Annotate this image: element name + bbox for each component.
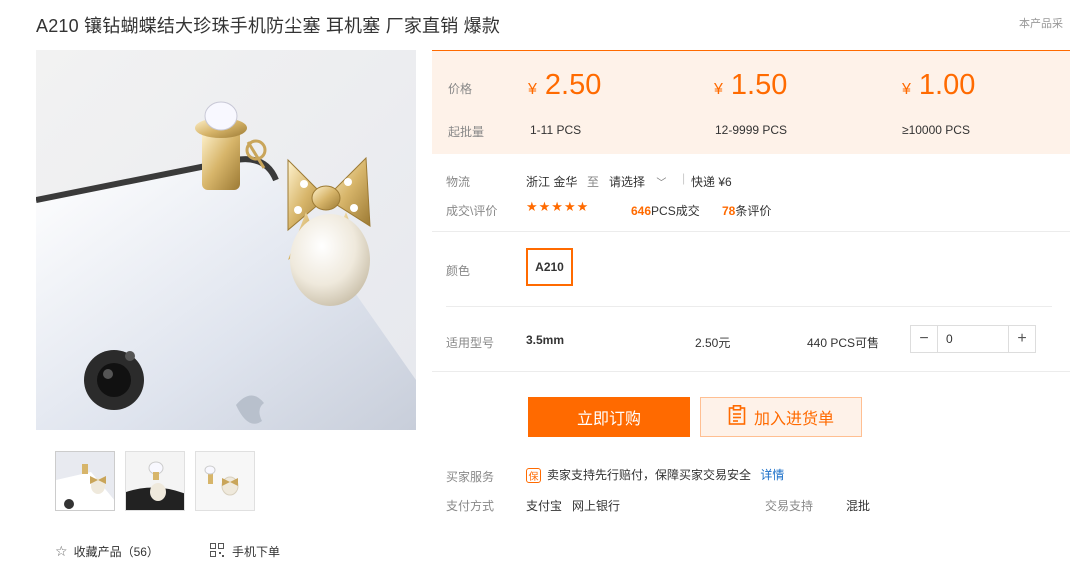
price-panel: 价格 起批量 ¥2.50 1-11 PCS ¥1.50 12-9999 PCS … bbox=[432, 50, 1070, 154]
quantity-stepper: − + bbox=[910, 325, 1036, 353]
clipboard-icon bbox=[728, 404, 746, 430]
buy-now-button[interactable]: 立即订购 bbox=[528, 397, 690, 437]
divider: | bbox=[682, 171, 686, 185]
mobile-order[interactable]: 手机下单 bbox=[210, 543, 280, 560]
quantity-input[interactable] bbox=[937, 326, 1009, 352]
divider-line bbox=[446, 306, 1052, 307]
logistics-label: 物流 bbox=[446, 175, 471, 189]
trade-support-value: 混批 bbox=[846, 499, 871, 513]
logistics-origin: 浙江 金华 bbox=[526, 175, 578, 189]
qr-code-icon bbox=[210, 543, 224, 560]
price-tier-1: ¥2.50 bbox=[528, 69, 602, 101]
chevron-down-icon: ﹀ bbox=[656, 178, 667, 189]
qty-tier-2: 12-9999 PCS bbox=[715, 123, 788, 137]
color-option-a210[interactable]: A210 bbox=[526, 248, 573, 286]
reviews-label: 成交\评价 bbox=[446, 204, 498, 218]
mobile-order-label: 手机下单 bbox=[232, 545, 281, 559]
product-title: A210 镶钻蝴蝶结大珍珠手机防尘塞 耳机塞 厂家直销 爆款 bbox=[36, 16, 501, 36]
deals-count[interactable]: 646PCS成交 bbox=[631, 202, 700, 219]
payment-methods: 支付宝 网上银行 bbox=[526, 499, 621, 513]
divider-line bbox=[432, 371, 1070, 372]
model-unit-price: 2.50元 bbox=[695, 336, 731, 350]
corner-note: 本产品采 bbox=[1019, 18, 1063, 30]
trade-support-label: 交易支持 bbox=[765, 499, 814, 513]
stock-available: 440 PCS可售 bbox=[807, 336, 880, 350]
earplug-illustration bbox=[36, 50, 416, 430]
express-fee: 快递 ¥6 bbox=[691, 175, 732, 189]
price-tier-3: ¥1.00 bbox=[902, 69, 976, 101]
model-value: 3.5mm bbox=[526, 333, 565, 347]
thumbnail-3[interactable] bbox=[195, 451, 255, 511]
buyer-service: 保卖家支持先行赔付，保障买家交易安全 详情 bbox=[526, 466, 784, 484]
color-label: 颜色 bbox=[446, 264, 471, 278]
destination-select[interactable]: 请选择 ﹀ bbox=[609, 173, 666, 190]
buyer-service-label: 买家服务 bbox=[446, 470, 495, 484]
guarantee-badge-icon: 保 bbox=[526, 468, 541, 484]
rating-stars: ★★★★★ bbox=[526, 200, 590, 215]
logistics-to: 至 bbox=[587, 175, 600, 189]
thumbnail-strip bbox=[55, 451, 255, 511]
main-product-image[interactable] bbox=[36, 50, 416, 430]
price-label: 价格 bbox=[448, 82, 473, 96]
add-to-purchase-list-button[interactable]: 加入进货单 bbox=[700, 397, 862, 437]
decrement-button[interactable]: − bbox=[911, 326, 937, 352]
qty-tier-3: ≥10000 PCS bbox=[902, 123, 970, 137]
price-tier-2: ¥1.50 bbox=[714, 69, 788, 101]
model-label: 适用型号 bbox=[446, 336, 495, 350]
increment-button[interactable]: + bbox=[1009, 326, 1035, 352]
thumbnail-1[interactable] bbox=[55, 451, 115, 511]
favorite-label: 收藏产品（56） bbox=[73, 545, 159, 559]
payment-label: 支付方式 bbox=[446, 499, 495, 513]
star-outline-icon: ☆ bbox=[55, 543, 68, 559]
favorite-product[interactable]: ☆ 收藏产品（56） bbox=[55, 543, 159, 560]
service-details-link[interactable]: 详情 bbox=[760, 468, 784, 482]
qty-tier-1: 1-11 PCS bbox=[530, 123, 582, 137]
divider-line bbox=[432, 231, 1070, 232]
review-count[interactable]: 78条评价 bbox=[722, 202, 771, 219]
thumbnail-2[interactable] bbox=[125, 451, 185, 511]
min-qty-label: 起批量 bbox=[448, 125, 485, 139]
